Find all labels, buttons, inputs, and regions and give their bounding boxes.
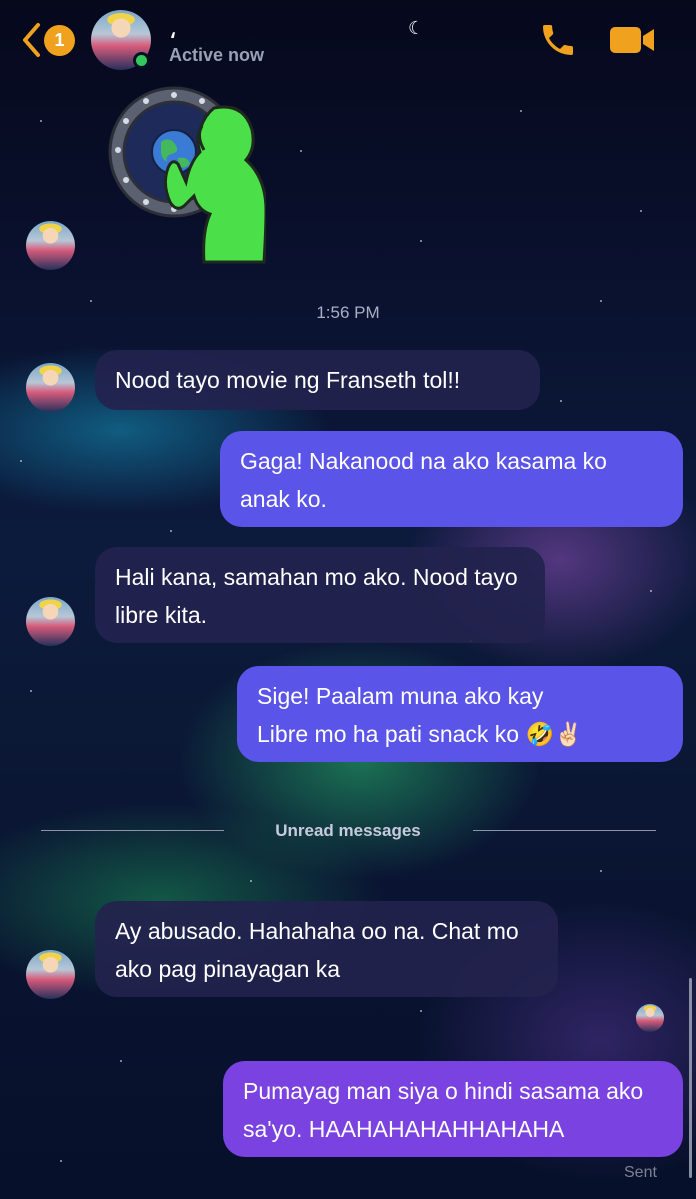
contact-name[interactable]: ⸲	[170, 14, 175, 41]
video-camera-icon	[610, 27, 654, 53]
sent-message-bubble[interactable]: Sige! Paalam muna ako kay Libre mo ha pa…	[237, 666, 683, 762]
audio-call-button[interactable]	[538, 20, 578, 65]
chat-header: 1 ⸲ Active now ☾	[0, 0, 696, 80]
received-message-bubble[interactable]: Ay abusado. Hahahaha oo na. Chat mo ako …	[95, 901, 558, 997]
sent-message-bubble[interactable]: Gaga! Nakanood na ako kasama ko anak ko.	[220, 431, 683, 527]
online-indicator	[133, 52, 150, 69]
unread-messages-divider: Unread messages	[275, 821, 421, 840]
back-button[interactable]	[20, 22, 42, 58]
chevron-left-icon	[23, 23, 40, 57]
delivery-status: Sent	[624, 1164, 657, 1181]
moon-glyph: ☾	[408, 18, 425, 38]
sender-avatar[interactable]	[26, 363, 75, 412]
sender-avatar[interactable]	[26, 597, 75, 646]
sender-avatar[interactable]	[26, 950, 75, 999]
received-message-bubble[interactable]: Hali kana, samahan mo ako. Nood tayo lib…	[95, 547, 545, 643]
message-timestamp: 1:56 PM	[316, 303, 380, 322]
active-status: Active now	[169, 45, 265, 65]
unread-count-badge: 1	[44, 25, 75, 56]
scrollbar[interactable]	[689, 978, 692, 1178]
alien-porthole-sticker[interactable]	[106, 86, 266, 268]
received-message-bubble[interactable]: Nood tayo movie ng Franseth tol!!	[95, 350, 540, 410]
phone-icon	[543, 25, 573, 55]
video-call-button[interactable]	[609, 25, 655, 60]
read-receipt-avatar	[636, 1004, 664, 1032]
sent-message-bubble[interactable]: Pumayag man siya o hindi sasama ako sa'y…	[223, 1061, 683, 1157]
sender-avatar[interactable]	[26, 221, 75, 270]
